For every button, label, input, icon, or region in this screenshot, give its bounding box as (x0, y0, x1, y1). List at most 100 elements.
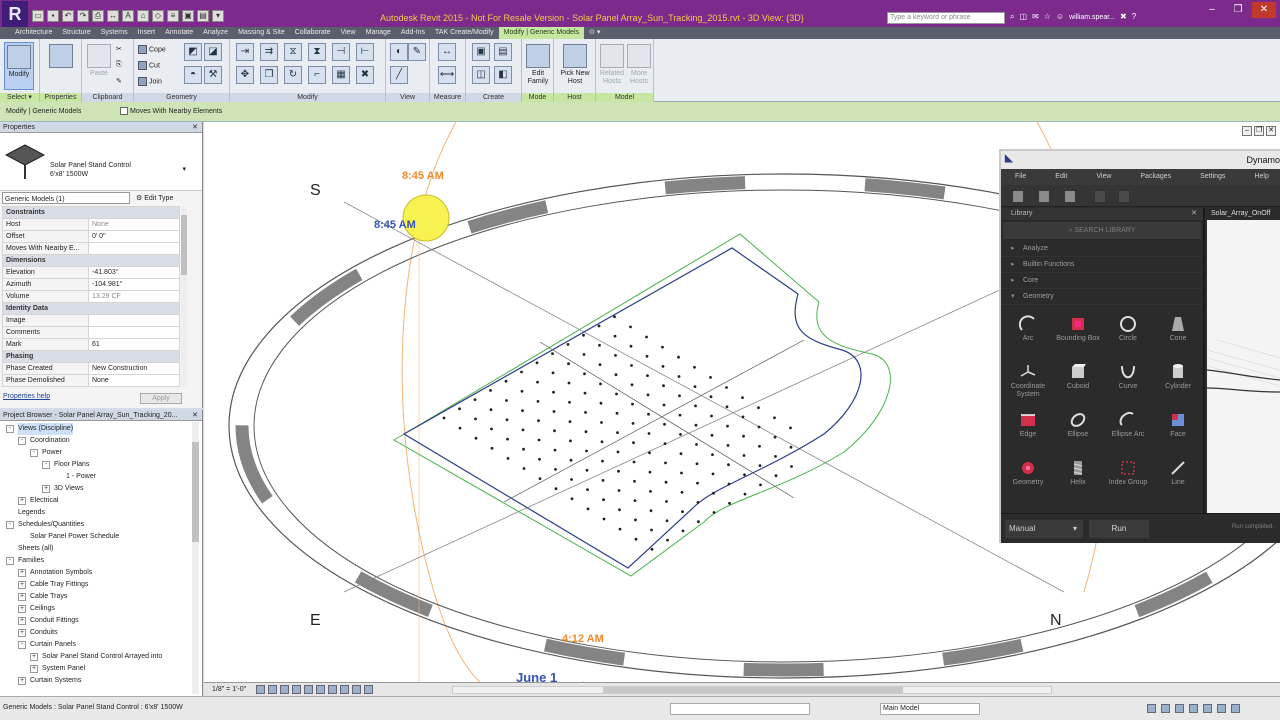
undo-icon[interactable] (1095, 191, 1105, 202)
dimension-icon[interactable]: ⟷ (438, 66, 456, 84)
pick-new-host-button[interactable]: Pick New Host (560, 42, 590, 90)
tab-add-ins[interactable]: Add-Ins (396, 27, 430, 39)
open-icon[interactable]: ▭ (32, 10, 44, 22)
browser-node[interactable]: - Floor Plans (0, 459, 190, 471)
filter-icon[interactable] (1231, 704, 1240, 713)
tab-structure[interactable]: Structure (57, 27, 95, 39)
view-restore-button[interactable]: ❐ (1254, 126, 1264, 136)
viewport-scrollbar[interactable] (452, 686, 1052, 694)
tab-annotate[interactable]: Annotate (160, 27, 198, 39)
properties-scrollbar[interactable] (181, 207, 187, 387)
property-value[interactable]: -104.981° (88, 278, 180, 291)
measure-distance-icon[interactable]: ↔ (438, 43, 456, 61)
switch-windows-icon[interactable]: ▤ (197, 10, 209, 22)
library-node[interactable]: Geometry (1003, 456, 1053, 504)
apply-button[interactable]: Apply (140, 393, 182, 404)
mirror-axis-icon[interactable]: ⧖ (284, 43, 302, 61)
align-icon[interactable]: ⇥ (236, 43, 254, 61)
move-icon[interactable]: ✥ (236, 66, 254, 84)
sun-date-label[interactable]: June 1 (516, 670, 557, 682)
mirror-draw-icon[interactable]: ⧗ (308, 43, 326, 61)
property-value[interactable]: None (88, 374, 180, 387)
select-underlay-icon[interactable] (1175, 704, 1184, 713)
ribbon-minimize-icon[interactable]: ⊙ ▾ (584, 27, 605, 39)
text-icon[interactable]: A (122, 10, 134, 22)
expand-icon[interactable]: + (18, 677, 26, 685)
help-icon[interactable]: ? (1132, 12, 1136, 24)
cut-clip-icon[interactable]: ✂ (116, 45, 122, 53)
browser-node[interactable]: + Conduits (0, 627, 190, 639)
open-file-icon[interactable] (1039, 191, 1049, 202)
rotate-icon[interactable]: ↻ (284, 66, 302, 84)
library-node[interactable]: Helix (1053, 456, 1103, 504)
select-panel-label[interactable]: Select ▾ (0, 93, 39, 102)
collapse-icon[interactable]: - (18, 437, 26, 445)
delete-icon[interactable]: ✖ (356, 66, 374, 84)
new-file-icon[interactable] (1013, 191, 1023, 202)
expand-icon[interactable]: + (18, 617, 26, 625)
type-selector[interactable]: Solar Panel Stand Control 6'x8' 1500W ▾ (0, 133, 202, 191)
library-node[interactable]: Ellipse Arc (1103, 408, 1153, 456)
expand-icon[interactable]: + (42, 485, 50, 493)
instance-filter-dropdown[interactable]: Generic Models (1) (2, 192, 130, 204)
library-node[interactable]: Line (1153, 456, 1203, 504)
properties-scroll-thumb[interactable] (181, 215, 187, 275)
dynamo-menu-item[interactable]: View (1082, 169, 1126, 185)
override-icon[interactable]: ✎ (408, 43, 426, 61)
3d-view-icon[interactable]: ⌂ (137, 10, 149, 22)
browser-node[interactable]: Solar Panel Power Schedule (0, 531, 190, 543)
favorites-icon[interactable]: ☆ (1044, 12, 1051, 24)
library-search-input[interactable]: ⌕ SEARCH LIBRARY (1003, 222, 1201, 239)
property-value[interactable] (88, 326, 180, 339)
library-node[interactable]: Circle (1103, 312, 1153, 360)
create-group-icon[interactable]: ◫ (472, 66, 490, 84)
tab-collaborate[interactable]: Collaborate (290, 27, 336, 39)
measure-icon[interactable]: ↔ (107, 10, 119, 22)
modify-button[interactable]: Modify (4, 42, 34, 90)
properties-category[interactable]: Identity Data (2, 302, 180, 315)
redo-icon[interactable]: ↷ (77, 10, 89, 22)
subscription-icon[interactable]: ◫ (1019, 12, 1027, 24)
browser-node[interactable]: + Cable Tray Fittings (0, 579, 190, 591)
browser-node[interactable]: - Curtain Panels (0, 639, 190, 651)
close-icon[interactable]: ✕ (192, 410, 198, 421)
trim-extend-icon[interactable]: ⌐ (308, 66, 326, 84)
communication-icon[interactable]: ✉ (1032, 12, 1039, 24)
collapse-icon[interactable]: - (6, 557, 14, 565)
dynamo-menu-item[interactable]: Help (1240, 169, 1280, 185)
lock-view-icon[interactable] (340, 685, 349, 694)
collapse-icon[interactable]: - (6, 521, 14, 529)
minimize-button[interactable]: – (1200, 2, 1224, 18)
browser-node[interactable]: + Annotation Symbols (0, 567, 190, 579)
close-icon[interactable]: ✕ (1191, 208, 1197, 220)
reveal-hidden-icon[interactable] (364, 685, 373, 694)
library-node[interactable]: Bounding Box (1053, 312, 1103, 360)
browser-node[interactable]: - Families (0, 555, 190, 567)
tab-view[interactable]: View (336, 27, 361, 39)
expand-icon[interactable]: + (18, 593, 26, 601)
browser-node[interactable]: Legends (0, 507, 190, 519)
shadows-icon[interactable] (292, 685, 301, 694)
library-node[interactable]: Edge (1003, 408, 1053, 456)
demolish-icon[interactable]: ⚒ (204, 66, 222, 84)
array-icon[interactable]: ▦ (332, 66, 350, 84)
linework-icon[interactable]: ╱ (390, 66, 408, 84)
properties-category[interactable]: Dimensions (2, 254, 180, 267)
browser-node[interactable]: - Views (Discipline) (0, 423, 190, 435)
thin-lines-icon[interactable]: ≡ (167, 10, 179, 22)
property-value[interactable] (88, 314, 180, 327)
library-node[interactable]: Cuboid (1053, 360, 1103, 408)
view-minimize-button[interactable]: – (1242, 126, 1252, 136)
property-value[interactable]: -41.803° (88, 266, 180, 279)
workset-field[interactable] (670, 703, 810, 715)
design-options-icon[interactable] (1147, 704, 1156, 713)
copy-clip-icon[interactable]: ⎘ (116, 61, 122, 69)
select-pinned-icon[interactable] (1189, 704, 1198, 713)
library-node[interactable]: Cylinder (1153, 360, 1203, 408)
browser-node[interactable]: + Solar Panel Stand Control Arrayed into (0, 651, 190, 663)
tab-tak-create-modify[interactable]: TAK Create/Modify (430, 27, 499, 39)
browser-node[interactable]: + Electrical (0, 495, 190, 507)
expand-icon[interactable]: + (30, 665, 38, 673)
detail-level-icon[interactable] (256, 685, 265, 694)
section-icon[interactable]: ◇ (152, 10, 164, 22)
